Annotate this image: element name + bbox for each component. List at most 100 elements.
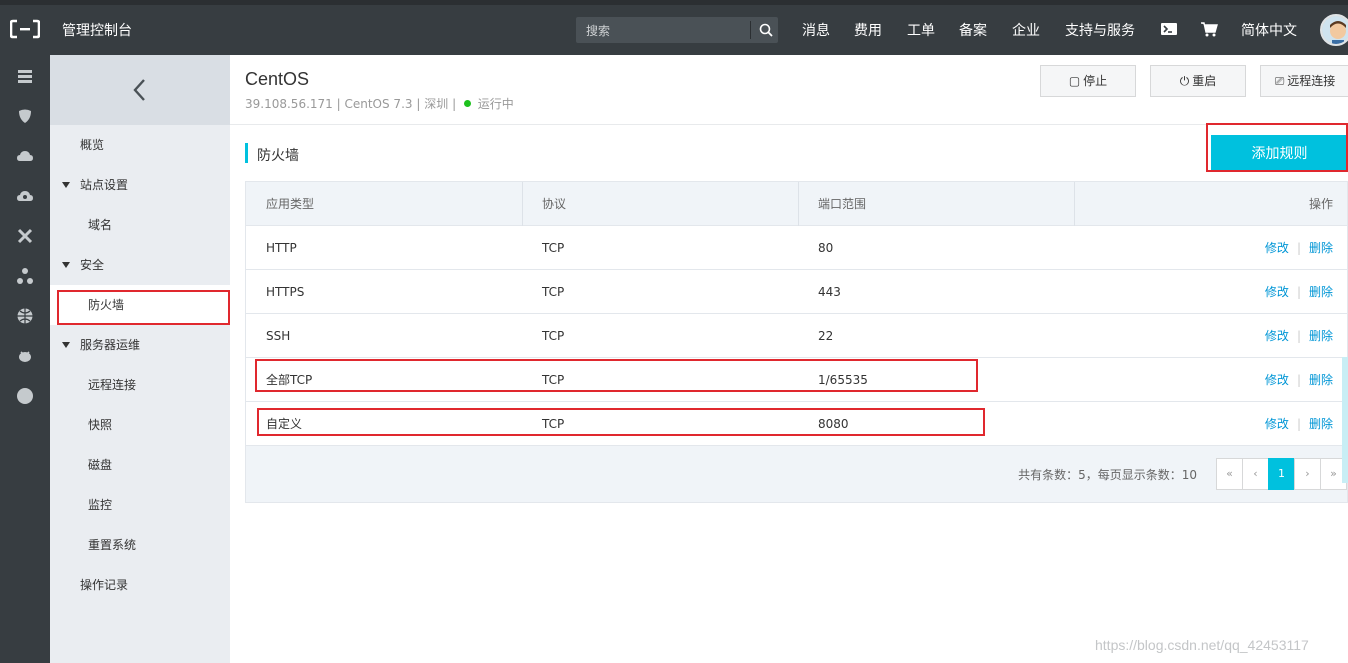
sidebar-item-label: 服务器运维: [80, 338, 141, 352]
add-rule-button[interactable]: 添加规则: [1211, 135, 1348, 171]
back-chevron-icon[interactable]: [130, 77, 150, 103]
instance-region: 深圳: [424, 97, 449, 111]
nav-icp[interactable]: 备案: [959, 20, 987, 40]
instance-status: 运行中: [477, 97, 514, 111]
pagination-info: 共有条数：5，每页显示条数：10: [1018, 468, 1197, 482]
restart-button[interactable]: ⏻ 重启: [1150, 65, 1246, 97]
nav-messages[interactable]: 消息: [802, 20, 830, 40]
stop-button[interactable]: ▢ 停止: [1040, 65, 1136, 97]
nav-support[interactable]: 支持与服务: [1065, 20, 1135, 40]
instance-name: CentOS: [245, 69, 310, 89]
op-separator: |: [1296, 417, 1301, 431]
status-dot-icon: [463, 100, 471, 107]
cloud-server-icon[interactable]: [16, 147, 34, 165]
sidebar-item-server-ops[interactable]: 服务器运维: [50, 325, 230, 365]
remote-label: 远程连接: [1287, 74, 1336, 88]
header-divider: [230, 124, 1348, 125]
sidebar-item-label: 远程连接: [88, 378, 137, 392]
instance-sidebar: 概览 站点设置 域名 安全 防火墙 服务器运维 远程连接 快照 磁盘 监控 重置…: [50, 55, 280, 663]
shield-icon[interactable]: [16, 107, 34, 125]
cloud-icon[interactable]: [16, 187, 34, 205]
edit-link[interactable]: 修改: [1265, 373, 1289, 387]
sidebar-item-monitoring[interactable]: 监控: [50, 485, 230, 525]
stop-label: 停止: [1083, 74, 1108, 88]
user-avatar-icon: [1322, 16, 1348, 44]
sidebar-item-disks[interactable]: 磁盘: [50, 445, 230, 485]
cell-protocol: TCP: [542, 329, 565, 343]
remote-connect-button[interactable]: ⎚ 远程连接: [1260, 65, 1348, 97]
cell-protocol: TCP: [542, 285, 565, 299]
search-icon[interactable]: [758, 22, 774, 38]
sidebar-item-operation-log[interactable]: 操作记录: [50, 565, 230, 605]
cart-icon[interactable]: [1200, 20, 1218, 38]
globe-icon[interactable]: [16, 307, 34, 325]
cell-app-type: SSH: [266, 329, 291, 343]
cell-protocol: TCP: [542, 373, 565, 387]
sidebar-item-label: 磁盘: [88, 458, 113, 472]
sidebar-item-reset-system[interactable]: 重置系统: [50, 525, 230, 565]
col-actions: 操作: [1308, 197, 1333, 211]
sidebar-item-snapshots[interactable]: 快照: [50, 405, 230, 445]
op-separator: |: [1296, 285, 1301, 299]
sidebar-item-site-settings[interactable]: 站点设置: [50, 165, 230, 205]
instance-os: CentOS 7.3: [344, 97, 413, 111]
edit-link[interactable]: 修改: [1265, 241, 1289, 255]
op-separator: |: [1296, 373, 1301, 387]
nav-billing[interactable]: 费用: [854, 20, 882, 40]
circle-icon[interactable]: [16, 387, 34, 405]
sidebar-item-security[interactable]: 安全: [50, 245, 230, 285]
tools-icon[interactable]: [16, 227, 34, 245]
search-box[interactable]: 搜索: [576, 17, 778, 43]
edit-link[interactable]: 修改: [1265, 285, 1289, 299]
sidebar-item-remote-connect[interactable]: 远程连接: [50, 365, 230, 405]
console-title[interactable]: 管理控制台: [62, 20, 132, 40]
delete-link[interactable]: 删除: [1309, 329, 1333, 343]
cell-protocol: TCP: [542, 417, 565, 431]
sidebar-item-overview[interactable]: 概览: [50, 125, 230, 165]
col-protocol: 协议: [542, 197, 567, 211]
page-next-button[interactable]: ›: [1294, 458, 1321, 490]
nav-tickets[interactable]: 工单: [907, 20, 935, 40]
op-separator: |: [1296, 329, 1301, 343]
row-actions: 修改 | 删除: [1265, 270, 1333, 314]
page-current-button[interactable]: 1: [1268, 458, 1295, 490]
terminal-icon[interactable]: [1160, 20, 1178, 38]
main-content: CentOS 39.108.56.171 | CentOS 7.3 | 深圳 |…: [230, 55, 1348, 663]
product-rail: [0, 55, 50, 663]
sidebar-item-firewall[interactable]: 防火墙: [50, 285, 230, 325]
page-prev-button[interactable]: ‹: [1242, 458, 1269, 490]
watermark-text: https://blog.csdn.net/qq_42453117: [1095, 637, 1309, 653]
sidebar-item-label: 概览: [80, 138, 105, 152]
sidebar-item-label: 安全: [80, 258, 105, 272]
language-switch[interactable]: 简体中文: [1241, 20, 1297, 40]
delete-link[interactable]: 删除: [1309, 373, 1333, 387]
bug-icon[interactable]: [16, 347, 34, 365]
side-scroll-indicator[interactable]: [1342, 357, 1348, 483]
sidebar-item-label: 防火墙: [88, 298, 125, 312]
table-row: HTTPS TCP 443 修改 | 删除: [246, 270, 1347, 314]
aliyun-logo-icon[interactable]: [10, 19, 40, 39]
sidebar-item-label: 站点设置: [80, 178, 129, 192]
network-icon[interactable]: [16, 267, 34, 285]
cell-app-type: HTTP: [266, 241, 297, 255]
page-first-button[interactable]: «: [1216, 458, 1243, 490]
caret-down-icon: [62, 182, 70, 188]
instance-meta: 39.108.56.171 | CentOS 7.3 | 深圳 | 运行中: [245, 95, 514, 112]
row-actions: 修改 | 删除: [1265, 402, 1333, 446]
delete-link[interactable]: 删除: [1309, 241, 1333, 255]
sidebar-header: [50, 55, 230, 125]
menu-list-icon[interactable]: [16, 67, 34, 85]
delete-link[interactable]: 删除: [1309, 285, 1333, 299]
edit-link[interactable]: 修改: [1265, 417, 1289, 431]
sidebar-item-domains[interactable]: 域名: [50, 205, 230, 245]
cell-port: 1/65535: [818, 373, 868, 387]
nav-enterprise[interactable]: 企业: [1012, 20, 1040, 40]
meta-separator: |: [452, 97, 457, 111]
cell-port: 22: [818, 329, 834, 343]
edit-link[interactable]: 修改: [1265, 329, 1289, 343]
search-input[interactable]: 搜索: [586, 22, 610, 39]
col-divider: [798, 182, 799, 226]
avatar[interactable]: [1320, 14, 1348, 46]
delete-link[interactable]: 删除: [1309, 417, 1333, 431]
section-title: 防火墙: [257, 148, 299, 164]
